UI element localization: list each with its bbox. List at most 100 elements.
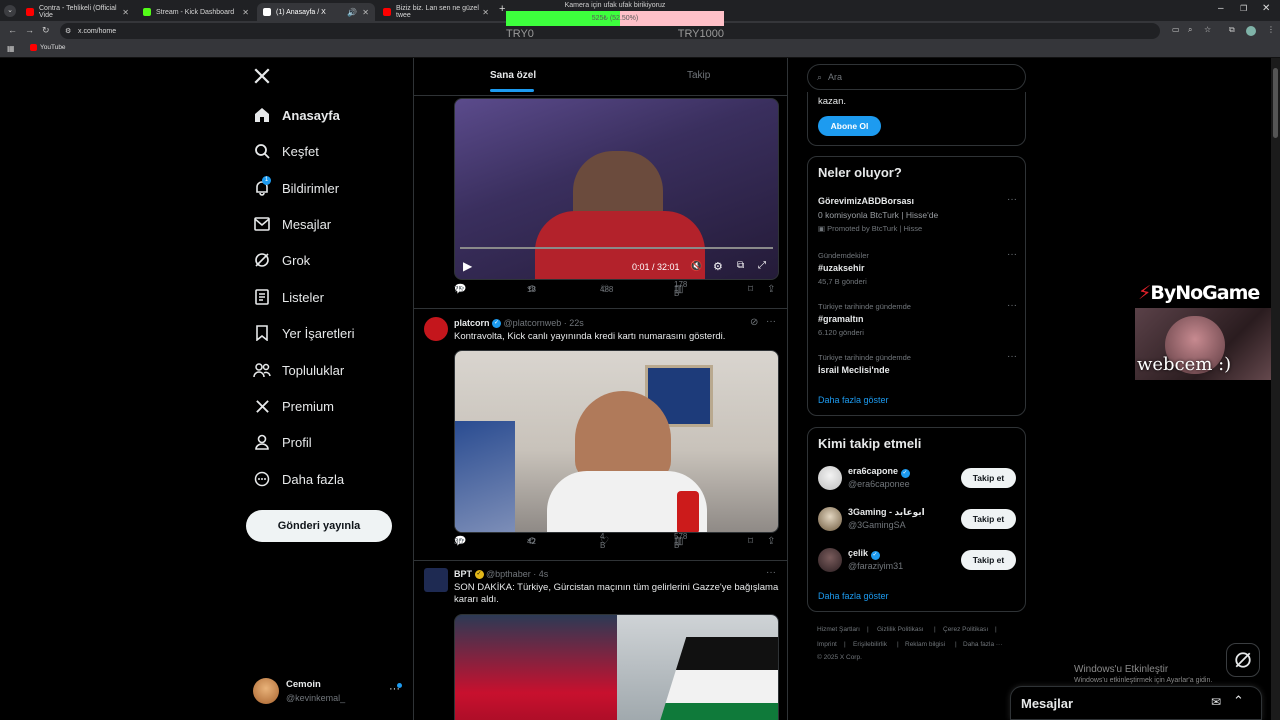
- trend-item[interactable]: Türkiye tarihinde gündemde İsrail Meclis…: [808, 350, 1027, 380]
- close-icon[interactable]: ✕: [362, 8, 369, 17]
- trend-context: Gündemdekiler: [818, 251, 869, 260]
- footer-terms[interactable]: Hizmet Şartları: [817, 626, 860, 633]
- scrollbar-thumb[interactable]: [1273, 68, 1278, 138]
- pip-icon[interactable]: ⧉: [737, 260, 744, 271]
- suggestion-name: era6capone: [848, 466, 899, 476]
- close-icon[interactable]: ✕: [482, 8, 489, 17]
- author-name[interactable]: BPT: [454, 569, 472, 579]
- menu-icon[interactable]: ⋮: [1267, 25, 1275, 34]
- grok-button[interactable]: [1226, 643, 1260, 677]
- nav-grok[interactable]: Grok: [253, 248, 310, 272]
- grok-icon[interactable]: ⊘: [750, 317, 758, 328]
- search-placeholder: Ara: [828, 72, 843, 82]
- trend-item[interactable]: Gündemdekiler #uzaksehir 45,7 B gönderi …: [808, 248, 1027, 292]
- nav-label: Profil: [282, 434, 312, 450]
- footer-ads[interactable]: Reklam bilgisi: [905, 641, 945, 648]
- trend-item[interactable]: GörevimizABDBorsası 0 komisyonla BtcTurk…: [808, 193, 1027, 237]
- follow-button[interactable]: Takip et: [961, 509, 1016, 529]
- follow-button[interactable]: Takip et: [961, 550, 1016, 570]
- browser-tab-1[interactable]: Contra - Tehlikeli (Official Vide ✕: [20, 3, 135, 21]
- extensions-icon[interactable]: ⧉: [1229, 25, 1235, 35]
- footer-imprint[interactable]: Imprint: [817, 641, 837, 648]
- messages-drawer[interactable]: Mesajlar ✉ ⌃: [1010, 686, 1262, 720]
- nav-profile[interactable]: Profil: [253, 430, 312, 454]
- audio-icon[interactable]: 🔊: [347, 8, 357, 17]
- maximize-button[interactable]: ❐: [1240, 4, 1247, 13]
- scrollbar[interactable]: [1271, 58, 1280, 720]
- close-window-button[interactable]: ✕: [1262, 3, 1270, 14]
- avatar[interactable]: [424, 317, 448, 341]
- nav-more[interactable]: Daha fazla: [253, 467, 344, 491]
- tweet-time[interactable]: · 22s: [564, 318, 584, 328]
- nav-home[interactable]: Anasayfa: [253, 103, 340, 127]
- bynogame-logo: ⚡ByNoGame: [1138, 282, 1260, 304]
- new-message-icon[interactable]: ✉: [1211, 695, 1221, 709]
- footer-cookies[interactable]: Çerez Politikası: [943, 626, 988, 633]
- promoted-text: Promoted by BtcTurk | Hisse: [827, 224, 923, 233]
- nav-notifications[interactable]: 1 Bildirimler: [253, 176, 339, 200]
- expand-icon[interactable]: ⌃: [1233, 693, 1244, 709]
- tweet-image[interactable]: [454, 614, 779, 720]
- author-name[interactable]: platcorn: [454, 318, 490, 328]
- settings-icon[interactable]: ⚙: [713, 260, 723, 273]
- fullscreen-icon[interactable]: ⤢: [758, 260, 766, 271]
- subscribe-button[interactable]: Abone Ol: [818, 116, 881, 136]
- back-icon[interactable]: ←: [8, 25, 17, 35]
- more-icon[interactable]: ···: [1007, 300, 1017, 311]
- nav-lists[interactable]: Listeler: [253, 285, 324, 309]
- minimize-button[interactable]: –: [1218, 3, 1224, 14]
- footer-accessibility[interactable]: Erişilebilirlik: [853, 641, 887, 648]
- footer-privacy[interactable]: Gizlilik Politikası: [877, 626, 924, 633]
- site-info-icon[interactable]: ⚙: [65, 27, 71, 35]
- play-icon[interactable]: ▶: [463, 259, 472, 273]
- tweet-author-line: platcorn ✓ @platcornweb · 22s: [454, 318, 584, 329]
- close-icon[interactable]: ✕: [242, 8, 249, 17]
- star-icon[interactable]: ☆: [1204, 25, 1211, 34]
- video-progress-track[interactable]: [460, 247, 773, 249]
- tab-following[interactable]: Takip: [687, 70, 710, 81]
- nav-explore[interactable]: Keşfet: [253, 139, 319, 163]
- trend-item[interactable]: Türkiye tarihinde gündemde #gramaltın 6.…: [808, 299, 1027, 343]
- nav-bookmarks[interactable]: Yer İşaretleri: [253, 321, 355, 345]
- zoom-icon[interactable]: ⌕: [1188, 25, 1192, 35]
- footer-more[interactable]: Daha fazla ···: [963, 641, 1002, 648]
- cast-icon[interactable]: ▭: [1172, 25, 1180, 34]
- more-icon[interactable]: ···: [766, 567, 776, 578]
- show-more-follows[interactable]: Daha fazla göster: [818, 591, 889, 601]
- nav-premium[interactable]: Premium: [253, 394, 334, 418]
- tab-for-you[interactable]: Sana özel: [490, 70, 536, 81]
- reload-icon[interactable]: ↻: [42, 25, 50, 36]
- tab-search-button[interactable]: ⌄: [4, 5, 16, 17]
- apps-icon[interactable]: ▦: [7, 44, 15, 53]
- avatar[interactable]: [424, 568, 448, 592]
- nav-messages[interactable]: Mesajlar: [253, 212, 331, 236]
- close-icon[interactable]: ✕: [122, 8, 129, 17]
- post-button[interactable]: Gönderi yayınla: [246, 510, 392, 542]
- browser-tab-4[interactable]: Biziz biz. Lan sen ne güzel twee ✕: [377, 3, 495, 21]
- account-switcher[interactable]: Cemoin @kevinkemal_ ···: [253, 677, 403, 707]
- browser-tab-3[interactable]: (1) Anasayfa / X 🔊 ✕: [257, 3, 375, 21]
- author-handle[interactable]: @platcornweb: [504, 318, 562, 328]
- x-logo-icon[interactable]: [253, 67, 273, 87]
- tweet-time[interactable]: · 4s: [533, 569, 548, 579]
- video-player[interactable]: ▶ 0:01 / 32:01 🔇 ⚙ ⧉ ⤢: [454, 98, 779, 280]
- more-icon[interactable]: ···: [1007, 194, 1017, 205]
- follow-suggestion[interactable]: 3Gaming - ابوعابد @3GamingSA Takip et: [808, 505, 1027, 535]
- more-icon[interactable]: ···: [766, 316, 776, 327]
- author-handle[interactable]: @bpthaber: [486, 569, 531, 579]
- show-more-trends[interactable]: Daha fazla göster: [818, 395, 889, 405]
- follow-suggestion[interactable]: era6capone ✓ @era6caponee Takip et: [808, 464, 1027, 494]
- more-icon[interactable]: ···: [1007, 351, 1017, 362]
- follow-button[interactable]: Takip et: [961, 468, 1016, 488]
- tweet-image[interactable]: [454, 350, 779, 533]
- nav-communities[interactable]: Topluluklar: [253, 358, 344, 382]
- forward-icon[interactable]: →: [25, 25, 34, 35]
- browser-tab-2[interactable]: Stream - Kick Dashboard ✕: [137, 3, 255, 21]
- more-icon[interactable]: ···: [1007, 249, 1017, 260]
- new-tab-button[interactable]: +: [499, 3, 505, 15]
- search-input[interactable]: ⌕ Ara: [807, 64, 1026, 90]
- mute-icon[interactable]: 🔇: [690, 261, 702, 272]
- bookmark-youtube[interactable]: YouTube: [30, 44, 66, 51]
- follow-suggestion[interactable]: çelik ✓ @faraziyim31 Takip et: [808, 546, 1027, 576]
- profile-avatar[interactable]: [1246, 26, 1256, 36]
